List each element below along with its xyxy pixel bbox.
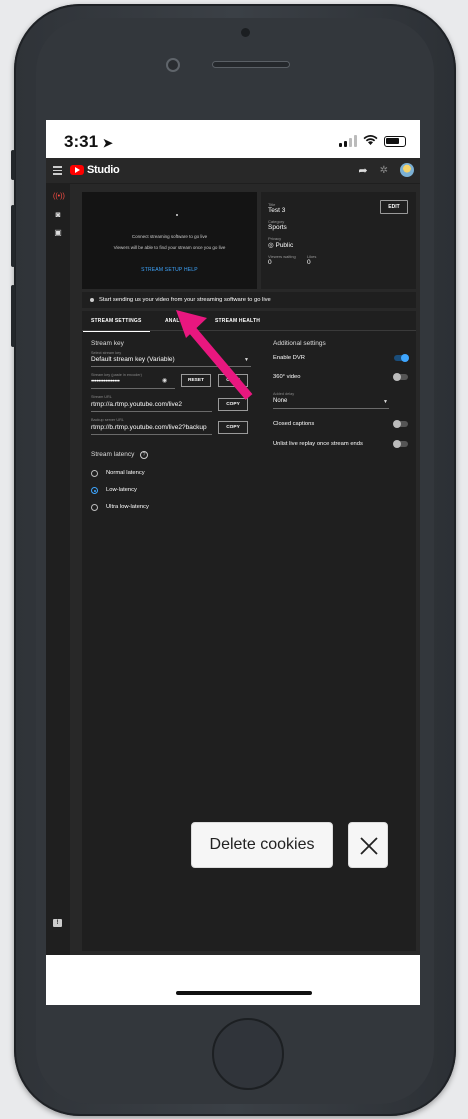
annotation-arrow: [176, 310, 253, 400]
delete-cookies-button[interactable]: Delete cookies: [191, 822, 333, 868]
close-icon: [360, 837, 378, 855]
device-frame: 3:31 ➤ Studio ➦ ✲ ((•)) ◙ ▣ ! Connect st…: [0, 0, 468, 1119]
close-cookies-button[interactable]: [348, 822, 388, 868]
